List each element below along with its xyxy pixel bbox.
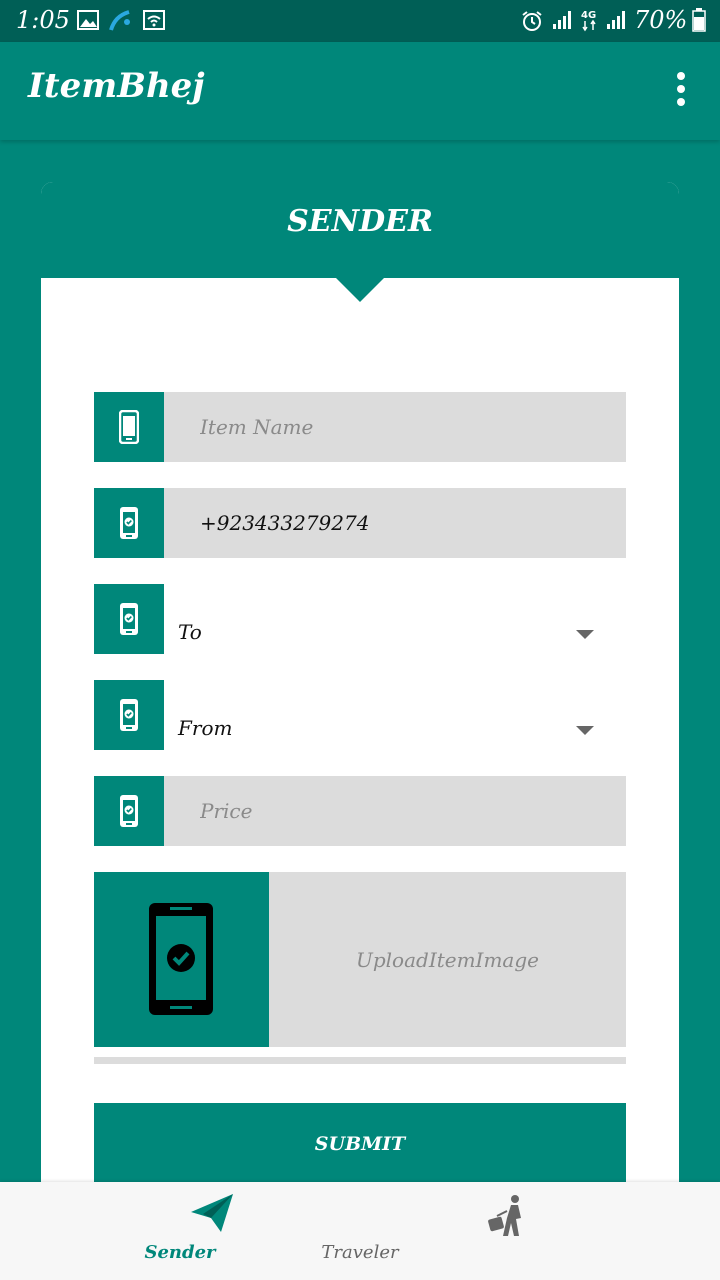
phone-check-icon: [149, 903, 213, 1015]
to-select[interactable]: To: [164, 584, 626, 654]
field-icon-box: [94, 584, 164, 654]
signal-icon: [606, 10, 626, 34]
card-title: SENDER: [287, 204, 433, 239]
field-icon-box: [94, 392, 164, 462]
battery-icon: [692, 8, 706, 36]
traveler-icon: [488, 1195, 521, 1236]
dropdown-arrow-icon: [576, 630, 594, 639]
field-icon-box: [94, 488, 164, 558]
sender-card: SENDER To From: [41, 182, 679, 1182]
status-time: 1:05: [16, 6, 70, 34]
image-icon: [77, 10, 99, 34]
phone-icon: [119, 410, 139, 444]
price-input[interactable]: [164, 776, 626, 846]
alarm-icon: [520, 10, 544, 36]
battery-level: 70%: [634, 6, 688, 34]
more-vert-icon[interactable]: [664, 72, 698, 112]
dropdown-arrow-icon: [576, 726, 594, 735]
phone-check-icon: [120, 795, 138, 827]
phone-check-icon: [120, 603, 138, 635]
to-select-value: To: [178, 620, 202, 644]
signal-icon: [552, 10, 572, 34]
card-header: SENDER: [41, 182, 679, 278]
field-icon-box: [94, 680, 164, 750]
4g-icon: 4G: [580, 8, 600, 36]
send-icon: [191, 1194, 233, 1232]
nav-traveler[interactable]: Traveler: [321, 1182, 687, 1280]
upload-area[interactable]: UploadItemImage: [269, 872, 626, 1047]
phone-input[interactable]: [164, 488, 626, 558]
bottom-nav: Sender Traveler: [0, 1182, 720, 1280]
price-field: [94, 776, 626, 846]
upload-label: UploadItemImage: [356, 948, 539, 972]
phone-field: [94, 488, 626, 558]
field-icon-box: [94, 776, 164, 846]
upload-image-field[interactable]: UploadItemImage: [94, 872, 626, 1047]
submit-button[interactable]: SUBMIT: [94, 1103, 626, 1182]
phone-check-icon: [120, 507, 138, 539]
wifi-icon: [143, 10, 165, 34]
from-select-value: From: [178, 716, 233, 740]
phone-check-icon: [120, 699, 138, 731]
upload-icon-box: [94, 872, 269, 1047]
submit-label: SUBMIT: [314, 1133, 406, 1155]
divider: [94, 1057, 626, 1064]
header-notch: [336, 278, 384, 302]
carrier-icon: [109, 10, 133, 36]
item-name-input[interactable]: [164, 392, 626, 462]
from-field: From: [94, 680, 626, 750]
from-select[interactable]: From: [164, 680, 626, 750]
item-name-field: [94, 392, 626, 462]
status-bar: 1:05 4G 70%: [0, 0, 720, 42]
app-title: ItemBhej: [28, 66, 205, 106]
svg-text:4G: 4G: [581, 10, 596, 21]
nav-traveler-label: Traveler: [321, 1242, 399, 1263]
to-field: To: [94, 584, 626, 654]
app-bar: ItemBhej: [0, 42, 720, 140]
